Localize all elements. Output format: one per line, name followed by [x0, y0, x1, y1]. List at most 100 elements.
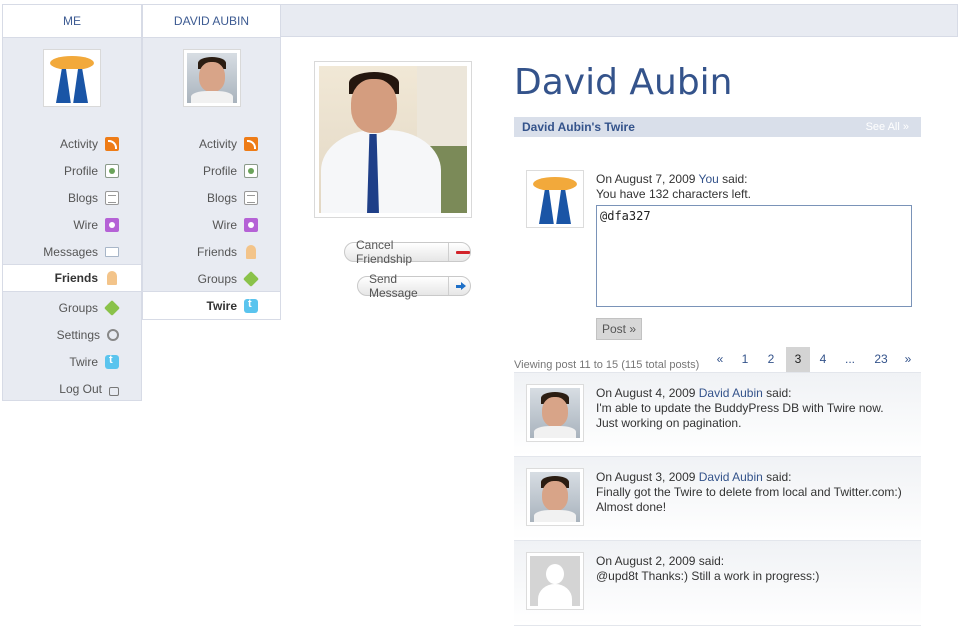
characters-left: You have 132 characters left. [596, 187, 751, 201]
me-nav-twire[interactable]: Twire [3, 348, 141, 375]
david-nav-column: Activity Profile Blogs Wire Friends Grou… [142, 37, 281, 320]
friends-icon [246, 244, 256, 259]
cube-icon [243, 270, 259, 287]
david-nav-twire[interactable]: Twire [143, 291, 280, 320]
david-avatar-image [530, 388, 580, 438]
viewing-count: Viewing post 11 to 15 (115 total posts) [514, 359, 700, 371]
twitter-icon [244, 298, 258, 313]
compose-avatar[interactable] [526, 170, 584, 228]
post-meta: On August 3, 2009 David Aubin said: Fina… [596, 470, 902, 515]
blog-icon [105, 190, 119, 205]
david-avatar-image [530, 472, 580, 522]
profile-name: David Aubin [514, 62, 733, 103]
pagination-page[interactable]: 23 [868, 347, 894, 372]
rss-icon [105, 136, 119, 151]
cancel-friendship-label: Cancel Friendship [356, 238, 413, 266]
tab-me[interactable]: ME [2, 4, 142, 37]
post-said: said: [698, 554, 725, 568]
tab-david-aubin[interactable]: DAVID AUBIN [142, 4, 281, 37]
nav-label: Friends [196, 244, 237, 259]
wrench-icon [107, 328, 119, 341]
envelope-icon [105, 246, 119, 257]
nav-label: Twire [69, 354, 98, 369]
nav-label: Friends [54, 271, 98, 285]
nav-label: Wire [73, 217, 98, 232]
david-nav-profile[interactable]: Profile [143, 157, 280, 184]
wire-icon [244, 217, 258, 232]
david-avatar[interactable] [183, 49, 241, 107]
post-avatar[interactable] [526, 552, 584, 610]
minus-icon [456, 250, 470, 254]
post-button[interactable]: Post » [596, 318, 642, 340]
nav-label: Messages [43, 244, 98, 259]
post-date: On August 3, 2009 [596, 470, 696, 484]
logo-avatar-image [530, 174, 580, 224]
pagination-page[interactable]: 4 [811, 347, 835, 372]
david-nav-friends[interactable]: Friends [143, 238, 280, 265]
me-nav-blogs[interactable]: Blogs [3, 184, 141, 211]
me-nav-wire[interactable]: Wire [3, 211, 141, 238]
rss-icon [244, 136, 258, 151]
post-text: Just working on pagination. [596, 416, 742, 430]
cube-icon [104, 299, 120, 316]
nav-label: Profile [63, 163, 98, 178]
arrow-right-icon [456, 281, 470, 291]
lock-icon [109, 386, 119, 396]
post-author-link[interactable]: David Aubin [699, 470, 763, 484]
nav-label: Activity [59, 136, 98, 151]
nav-label: Wire [212, 217, 237, 232]
blog-icon [244, 190, 258, 205]
compose-author-link[interactable]: You [699, 172, 719, 186]
nav-label: Blogs [67, 190, 98, 205]
cancel-friendship-button[interactable]: Cancel Friendship [344, 238, 471, 266]
me-nav-activity[interactable]: Activity [3, 130, 141, 157]
compose-said: said: [722, 172, 748, 186]
my-avatar[interactable] [43, 49, 101, 107]
pagination-ellipsis: ... [844, 352, 855, 366]
me-nav-friends[interactable]: Friends [3, 264, 141, 292]
pagination-next[interactable]: » [898, 347, 918, 372]
nav-label: Settings [56, 327, 100, 342]
send-message-button[interactable]: Send Message [357, 272, 471, 300]
pagination-prev[interactable]: « [710, 347, 730, 372]
nav-label: Blogs [206, 190, 237, 205]
me-nav-logout[interactable]: Log Out [3, 375, 141, 402]
pagination-page[interactable]: 1 [733, 347, 757, 372]
david-nav-groups[interactable]: Groups [143, 265, 280, 292]
default-avatar-image [530, 556, 580, 606]
nav-label: Log Out [59, 381, 102, 396]
post-date: On August 2, 2009 [596, 554, 696, 568]
profile-photo [314, 61, 472, 218]
twire-message-input[interactable]: @dfa327 [596, 205, 912, 307]
me-nav-messages[interactable]: Messages [3, 238, 141, 265]
compose-date: On August 7, 2009 [596, 172, 696, 186]
send-message-label: Send Message [369, 272, 418, 300]
twitter-icon [105, 354, 119, 369]
nav-label: Twire [206, 298, 237, 313]
post-said: said: [766, 386, 792, 400]
nav-label: Activity [198, 136, 237, 151]
post-date: On August 4, 2009 [596, 386, 696, 400]
profile-icon [105, 163, 119, 178]
twire-section-title: David Aubin's Twire [522, 120, 635, 134]
me-nav-groups[interactable]: Groups [3, 294, 141, 321]
friends-icon [107, 271, 117, 285]
david-nav-blogs[interactable]: Blogs [143, 184, 280, 211]
profile-photo-image [319, 66, 467, 213]
me-nav-profile[interactable]: Profile [3, 157, 141, 184]
me-nav-settings[interactable]: Settings [3, 321, 141, 348]
see-all-link[interactable]: See All » [866, 121, 909, 133]
post-text: Almost done! [596, 500, 667, 514]
pagination-page[interactable]: 2 [759, 347, 783, 372]
post-avatar[interactable] [526, 384, 584, 442]
david-nav-activity[interactable]: Activity [143, 130, 280, 157]
nav-label: Profile [202, 163, 237, 178]
wire-icon [105, 217, 119, 232]
david-nav-wire[interactable]: Wire [143, 211, 280, 238]
post-avatar[interactable] [526, 468, 584, 526]
me-nav-column: Activity Profile Blogs Wire Messages Fri… [2, 37, 142, 401]
post-author-link[interactable]: David Aubin [699, 386, 763, 400]
david-avatar-image [187, 53, 237, 103]
divider [514, 625, 921, 626]
twire-section-header: David Aubin's Twire See All » [514, 117, 921, 137]
